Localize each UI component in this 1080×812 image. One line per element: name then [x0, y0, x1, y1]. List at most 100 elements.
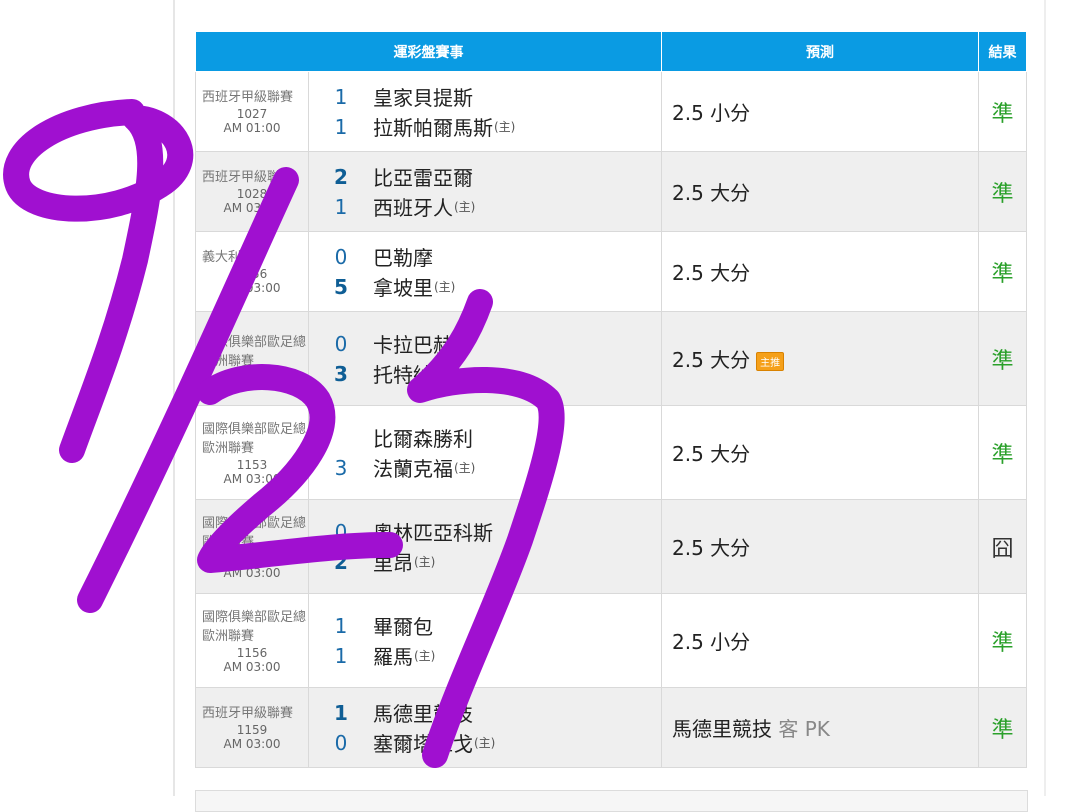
- table-row: 西班牙甲級聯賽 1159 AM 03:00 1 馬德里競技 0 塞爾塔維戈 (主) 馬德里競技 …: [195, 687, 1027, 768]
- match-number: 1153: [236, 457, 268, 472]
- away-score: 0: [334, 244, 348, 269]
- match-time: AM 03:00: [223, 659, 281, 674]
- home-team-line: 3 托特納姆: [309, 359, 661, 389]
- prediction-text: 2.5 大分: [672, 261, 751, 285]
- prediction-text: 2.5 大分: [672, 348, 751, 372]
- result-cell: 準: [978, 71, 1027, 152]
- home-team[interactable]: 里昂: [373, 547, 413, 576]
- home-team[interactable]: 西班牙人: [373, 192, 453, 221]
- home-score: 5: [334, 274, 348, 299]
- teams-cell: 1 馬德里競技 0 塞爾塔維戈 (主): [308, 687, 662, 768]
- league-cell: 西班牙甲級聯賽 1159 AM 03:00: [195, 687, 309, 768]
- home-team[interactable]: 拉斯帕爾馬斯: [373, 112, 493, 141]
- teams-cell: 2 比亞雷亞爾 1 西班牙人 (主): [308, 151, 662, 232]
- away-team[interactable]: 畢爾包: [373, 611, 433, 640]
- away-team[interactable]: 馬德里競技: [373, 698, 473, 727]
- prediction-text: 2.5 大分: [672, 442, 751, 466]
- league-name: 國際俱樂部歐足總歐洲聯賽: [202, 334, 307, 369]
- away-team-line: 0 奧林匹亞科斯: [309, 517, 661, 547]
- league-name: 國際俱樂部歐足總歐洲聯賽: [202, 515, 307, 550]
- league-cell: 西班牙甲級聯賽 1028 AM 03:00: [195, 151, 309, 232]
- page-left-border: [173, 0, 175, 796]
- home-team-line: 0 塞爾塔維戈 (主): [309, 728, 661, 758]
- league-name: 國際俱樂部歐足總歐洲聯賽: [202, 609, 307, 644]
- home-score: 1: [334, 114, 348, 139]
- match-number: 1159: [236, 723, 268, 737]
- away-team[interactable]: 巴勒摩: [373, 242, 433, 271]
- table-row: 國際俱樂部歐足總歐洲聯賽 1156 AM 03:00 1 畢爾包 1 羅馬 (主) 2.5 小分…: [195, 593, 1027, 688]
- away-score: 0: [334, 331, 348, 356]
- result-cell: 準: [978, 405, 1027, 500]
- home-score: 2: [334, 549, 348, 574]
- table-header-row: 運彩盤賽事 預測 結果: [195, 31, 1027, 72]
- next-section-box: [195, 790, 1028, 812]
- league-name: 西班牙甲級聯賽: [202, 90, 294, 105]
- prediction-text: 2.5 小分: [672, 101, 751, 125]
- home-tag: (主): [454, 200, 476, 214]
- league-name: 西班牙甲級聯賽: [202, 170, 294, 185]
- away-team[interactable]: 皇家貝提斯: [373, 82, 473, 111]
- match-time: AM 03:00: [223, 737, 281, 751]
- home-score: 1: [334, 643, 348, 668]
- home-team[interactable]: 法蘭克福: [373, 453, 453, 482]
- prediction-cell: 2.5 小分: [661, 593, 979, 688]
- prediction-cell: 2.5 小分: [661, 71, 979, 152]
- result-cell: 囧: [978, 499, 1027, 594]
- away-team[interactable]: 奧林匹亞科斯: [373, 517, 493, 546]
- table-row: 國際俱樂部歐足總歐洲聯賽 1154 AM 03:00 0 奧林匹亞科斯 2 里昂 (主) 2.5…: [195, 499, 1027, 594]
- match-number: 1143: [236, 370, 268, 385]
- away-team[interactable]: 卡拉巴赫: [373, 329, 453, 358]
- league-cell: 國際俱樂部歐足總歐洲聯賽 1156 AM 03:00: [195, 593, 309, 688]
- prediction-text: 2.5 大分: [672, 181, 751, 205]
- home-team-line: 3 法蘭克福 (主): [309, 453, 661, 483]
- match-number: 1156: [236, 645, 268, 660]
- table-row: 國際俱樂部歐足總歐洲聯賽 1143 0 卡拉巴赫 3 托特納姆 2.5 大分 主推準: [195, 311, 1027, 406]
- home-tag: (主): [434, 280, 456, 294]
- home-team[interactable]: 托特納姆: [373, 359, 453, 388]
- teams-cell: 0 奧林匹亞科斯 2 里昂 (主): [308, 499, 662, 594]
- away-team[interactable]: 比亞雷亞爾: [373, 162, 473, 191]
- teams-cell: 0 卡拉巴赫 3 托特納姆: [308, 311, 662, 406]
- home-team-line: 5 拿坡里 (主): [309, 272, 661, 302]
- league-name: 國際俱樂部歐足總歐洲聯賽: [202, 421, 307, 456]
- away-score: 1: [334, 613, 348, 638]
- away-score: 2: [334, 164, 348, 189]
- prediction-cell: 馬德里競技 客 PK: [661, 687, 979, 768]
- prediction-cell: 2.5 大分: [661, 499, 979, 594]
- home-team[interactable]: 塞爾塔維戈: [373, 728, 473, 757]
- home-team[interactable]: 拿坡里: [373, 272, 433, 301]
- match-number: 1027: [236, 107, 268, 121]
- away-team-line: 2 比亞雷亞爾: [309, 162, 661, 192]
- home-team-line: 1 羅馬 (主): [309, 641, 661, 671]
- away-team[interactable]: 比爾森勝利: [373, 423, 473, 452]
- prediction-text: 馬德里競技: [672, 717, 772, 741]
- away-team-line: 1 馬德里競技: [309, 698, 661, 728]
- result-cell: 準: [978, 231, 1027, 312]
- home-score: 0: [334, 730, 348, 755]
- home-tag: (主): [414, 555, 436, 569]
- away-score: 1: [334, 84, 348, 109]
- table-row: 義大利盃 1056 AM 03:00 0 巴勒摩 5 拿坡里 (主) 2.5 大分 準: [195, 231, 1027, 312]
- match-time: AM 03:00: [223, 201, 281, 215]
- home-team[interactable]: 羅馬: [373, 641, 413, 670]
- league-cell: 國際俱樂部歐足總歐洲聯賽 1154 AM 03:00: [195, 499, 309, 594]
- match-time: AM 03:00: [223, 471, 281, 486]
- header-matches: 運彩盤賽事: [195, 31, 662, 72]
- prediction-cell: 2.5 大分: [661, 231, 979, 312]
- header-prediction: 預測: [661, 31, 979, 72]
- prediction-cell: 2.5 大分: [661, 405, 979, 500]
- away-team-line: 0 巴勒摩: [309, 242, 661, 272]
- home-score: 3: [334, 361, 348, 386]
- home-team-line: 1 西班牙人 (主): [309, 192, 661, 222]
- table-row: 西班牙甲級聯賽 1028 AM 03:00 2 比亞雷亞爾 1 西班牙人 (主) 2.5 大分 準: [195, 151, 1027, 232]
- main-pick-badge: 主推: [756, 352, 785, 371]
- match-time: AM 03:00: [223, 565, 281, 580]
- home-team-line: 2 里昂 (主): [309, 547, 661, 577]
- match-time: AM 01:00: [223, 121, 281, 135]
- away-score: 1: [334, 700, 348, 725]
- result-cell: 準: [978, 151, 1027, 232]
- result-cell: 準: [978, 687, 1027, 768]
- league-cell: 西班牙甲級聯賽 1027 AM 01:00: [195, 71, 309, 152]
- teams-cell: 比爾森勝利 3 法蘭克福 (主): [308, 405, 662, 500]
- header-result: 結果: [978, 31, 1027, 72]
